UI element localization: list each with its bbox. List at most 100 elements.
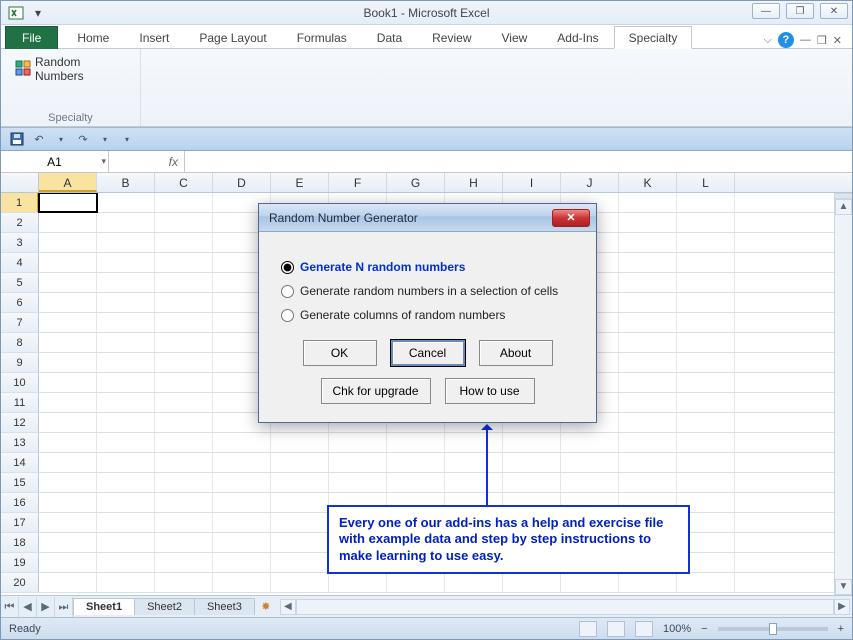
column-header[interactable]: A [39, 173, 97, 192]
generate-option-radio[interactable] [281, 261, 294, 274]
cell[interactable] [155, 413, 213, 432]
cell[interactable] [213, 553, 271, 572]
cell[interactable] [271, 453, 329, 472]
cell[interactable] [213, 513, 271, 532]
help-icon[interactable]: ? [778, 32, 794, 48]
scroll-left-arrow[interactable]: ◀ [280, 599, 296, 615]
cell[interactable] [619, 333, 677, 352]
cell[interactable] [39, 553, 97, 572]
tab-specialty[interactable]: Specialty [614, 26, 693, 49]
qat-customize-dropdown[interactable]: ▾ [117, 130, 137, 148]
cell[interactable] [619, 233, 677, 252]
row-header[interactable]: 15 [1, 473, 39, 492]
generate-option-label[interactable]: Generate columns of random numbers [300, 308, 505, 322]
cell[interactable] [387, 453, 445, 472]
column-header[interactable]: C [155, 173, 213, 192]
cell[interactable] [155, 333, 213, 352]
cell[interactable] [39, 433, 97, 452]
cell[interactable] [155, 433, 213, 452]
row-header[interactable]: 10 [1, 373, 39, 392]
ok-button[interactable]: OK [303, 340, 377, 366]
cell[interactable] [677, 313, 735, 332]
cell[interactable] [213, 453, 271, 472]
cell[interactable] [155, 513, 213, 532]
cell[interactable] [97, 373, 155, 392]
cell[interactable] [619, 433, 677, 452]
zoom-slider[interactable] [718, 627, 828, 631]
cell[interactable] [155, 213, 213, 232]
cell[interactable] [445, 573, 503, 592]
cell[interactable] [677, 453, 735, 472]
cell[interactable] [39, 353, 97, 372]
cell[interactable] [155, 293, 213, 312]
cell[interactable] [619, 373, 677, 392]
cell[interactable] [677, 233, 735, 252]
cell[interactable] [677, 413, 735, 432]
cell[interactable] [677, 353, 735, 372]
window-close-button[interactable]: ✕ [820, 3, 848, 19]
dialog-close-button[interactable]: ✕ [552, 209, 590, 227]
row-header[interactable]: 16 [1, 493, 39, 512]
cell[interactable] [561, 453, 619, 472]
cell[interactable] [155, 233, 213, 252]
row-header[interactable]: 13 [1, 433, 39, 452]
cell[interactable] [39, 473, 97, 492]
cell[interactable] [445, 453, 503, 472]
cell[interactable] [677, 273, 735, 292]
cell[interactable] [677, 433, 735, 452]
cell[interactable] [387, 433, 445, 452]
row-header[interactable]: 2 [1, 213, 39, 232]
cell[interactable] [39, 333, 97, 352]
tab-view[interactable]: View [487, 26, 543, 49]
column-header[interactable]: D [213, 173, 271, 192]
tab-data[interactable]: Data [362, 26, 417, 49]
cell[interactable] [677, 473, 735, 492]
sheet-nav-button[interactable]: ◀ [19, 597, 37, 617]
hscroll-track[interactable] [296, 599, 834, 615]
workbook-restore-button[interactable]: ❐ [817, 34, 827, 47]
cell[interactable] [329, 473, 387, 492]
cell[interactable] [39, 573, 97, 592]
column-header[interactable]: L [677, 173, 735, 192]
cell[interactable] [155, 193, 213, 212]
ribbon-minimize-icon[interactable]: ⌵ [764, 34, 772, 47]
cell[interactable] [503, 453, 561, 472]
cell[interactable] [155, 533, 213, 552]
cell[interactable] [503, 433, 561, 452]
row-header[interactable]: 14 [1, 453, 39, 472]
cell[interactable] [39, 533, 97, 552]
column-header[interactable]: G [387, 173, 445, 192]
cell[interactable] [97, 493, 155, 512]
redo-button[interactable]: ↷ [73, 130, 93, 148]
cell[interactable] [619, 213, 677, 232]
cell[interactable] [97, 253, 155, 272]
cell[interactable] [619, 313, 677, 332]
row-header[interactable]: 19 [1, 553, 39, 572]
sheet-nav-button[interactable]: ⏮ [1, 597, 19, 617]
row-header[interactable]: 8 [1, 333, 39, 352]
cell[interactable] [39, 513, 97, 532]
name-box[interactable]: A1 ▾ [1, 151, 109, 172]
generate-option-radio[interactable] [281, 309, 294, 322]
cell[interactable] [619, 573, 677, 592]
cell[interactable] [619, 293, 677, 312]
cell[interactable] [155, 273, 213, 292]
tab-file[interactable]: File [5, 26, 58, 49]
cell[interactable] [213, 533, 271, 552]
window-minimize-button[interactable]: — [752, 3, 780, 19]
save-button[interactable] [7, 130, 27, 148]
cell[interactable] [213, 433, 271, 452]
cell[interactable] [213, 493, 271, 512]
sheet-nav-button[interactable]: ⏭ [55, 597, 73, 617]
cell[interactable] [677, 393, 735, 412]
cell[interactable] [97, 193, 155, 212]
cell[interactable] [387, 573, 445, 592]
cell[interactable] [155, 253, 213, 272]
cell[interactable] [503, 473, 561, 492]
cell[interactable] [271, 493, 329, 512]
generate-option-label[interactable]: Generate random numbers in a selection o… [300, 284, 558, 298]
name-box-dropdown-icon[interactable]: ▾ [101, 156, 106, 167]
cell[interactable] [155, 573, 213, 592]
cell[interactable] [155, 553, 213, 572]
cell[interactable] [213, 473, 271, 492]
